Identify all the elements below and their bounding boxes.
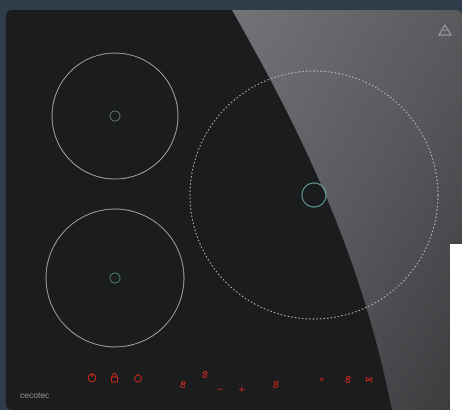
- minus-button[interactable]: −: [216, 385, 224, 395]
- timer-display: 8: [273, 380, 279, 391]
- edge-reflection-strip: [450, 244, 462, 410]
- cooktop-svg: cecotec 8 8 − + 8 » 8 ⋈: [6, 10, 462, 410]
- cooktop-stage: cecotec 8 8 − + 8 » 8 ⋈: [0, 0, 462, 410]
- zone-top-left-display: 8: [202, 370, 208, 381]
- bridge-zone-button[interactable]: ⋈: [365, 375, 373, 384]
- zone-right-display: 8: [345, 375, 351, 386]
- boost-button[interactable]: »: [319, 375, 325, 385]
- plus-button[interactable]: +: [238, 385, 246, 395]
- zone-bottom-left-display: 8: [180, 380, 186, 391]
- brand-logo: cecotec: [20, 390, 50, 400]
